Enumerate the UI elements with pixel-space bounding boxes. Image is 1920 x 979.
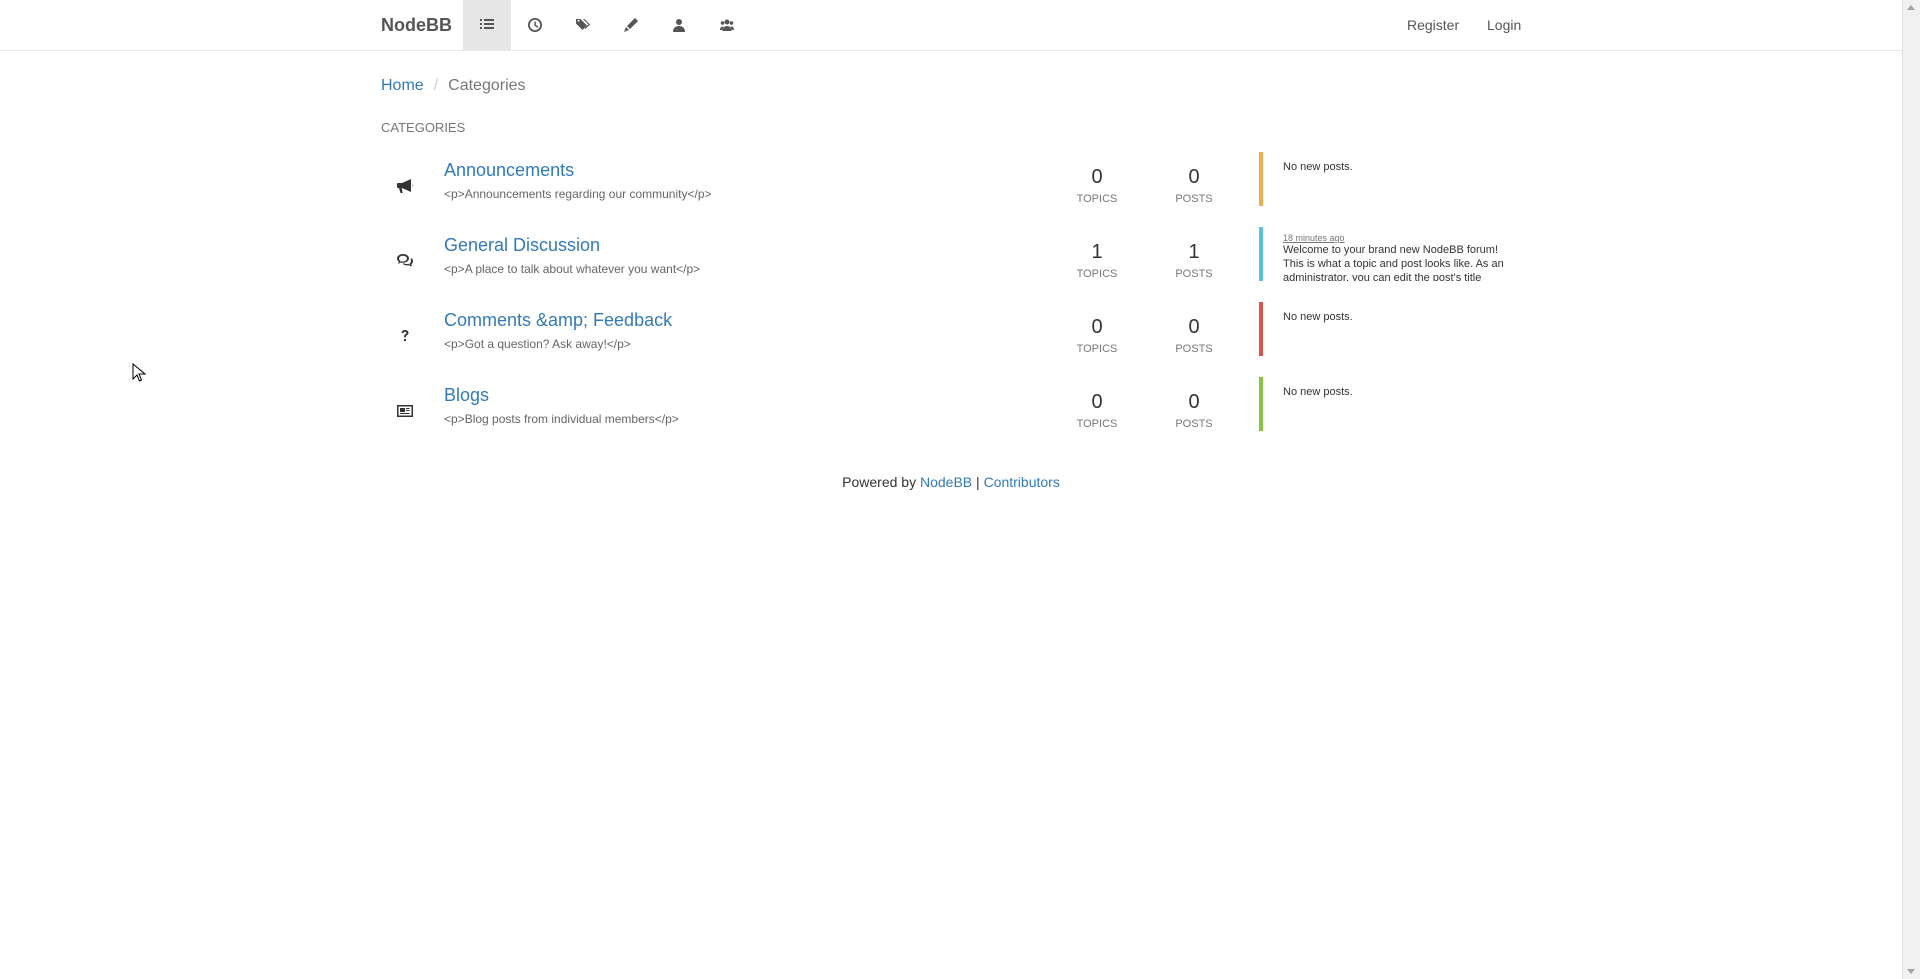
- newspaper-icon: [397, 405, 413, 417]
- topics-count: 1: [1091, 241, 1103, 263]
- posts-label: POSTS: [1175, 268, 1213, 280]
- topics-label: TOPICS: [1076, 418, 1118, 430]
- top-navbar: NodeBB Register Login: [0, 0, 1902, 51]
- brand-logo[interactable]: NodeBB: [381, 15, 452, 36]
- posts-count: 0: [1188, 391, 1200, 413]
- mouse-cursor-icon: [132, 362, 147, 388]
- posts-stat: 0 POSTS: [1164, 166, 1224, 205]
- nodebb-link[interactable]: NodeBB: [920, 474, 972, 490]
- category-teaser: 18 minutes ago Welcome to your brand new…: [1259, 227, 1521, 281]
- posts-count: 0: [1188, 166, 1200, 188]
- teaser-text: No new posts.: [1283, 161, 1353, 173]
- teaser-text: No new posts.: [1283, 386, 1353, 398]
- posts-stat: 0 POSTS: [1164, 391, 1224, 430]
- login-link[interactable]: Login: [1487, 17, 1521, 33]
- category-title[interactable]: Comments &amp; Feedback: [444, 310, 672, 331]
- nav-tags[interactable]: [559, 0, 607, 50]
- posts-count: 0: [1188, 316, 1200, 338]
- category-title[interactable]: General Discussion: [444, 235, 600, 256]
- category-icon-wrapper: [393, 399, 417, 423]
- posts-label: POSTS: [1175, 343, 1213, 355]
- topics-count: 0: [1091, 166, 1103, 188]
- contributors-link[interactable]: Contributors: [984, 474, 1060, 490]
- comments-icon: [397, 254, 413, 267]
- category-description: <p>A place to talk about whatever you wa…: [444, 262, 701, 276]
- category-title[interactable]: Blogs: [444, 385, 489, 406]
- nav-popular[interactable]: [607, 0, 655, 50]
- category-row-general-discussion: General Discussion <p>A place to talk ab…: [381, 227, 1521, 297]
- breadcrumb: Home / Categories: [381, 77, 526, 95]
- question-icon: [401, 330, 409, 341]
- category-icon-wrapper: [393, 174, 417, 198]
- posts-stat: 0 POSTS: [1164, 316, 1224, 355]
- breadcrumb-current: Categories: [448, 77, 526, 94]
- teaser-timestamp[interactable]: 18 minutes ago: [1283, 227, 1521, 243]
- posts-label: POSTS: [1175, 418, 1213, 430]
- category-description: <p>Blog posts from individual members</p…: [444, 412, 679, 426]
- category-teaser: No new posts.: [1259, 377, 1521, 431]
- breadcrumb-separator: /: [433, 77, 439, 94]
- footer: Powered by NodeBB | Contributors: [0, 474, 1902, 490]
- nav-groups[interactable]: [703, 0, 751, 50]
- footer-separator: |: [976, 474, 980, 490]
- nav-users[interactable]: [655, 0, 703, 50]
- category-title[interactable]: Announcements: [444, 160, 574, 181]
- teaser-body[interactable]: Welcome to your brand new NodeBB forum! …: [1283, 243, 1521, 281]
- bullhorn-icon: [397, 179, 414, 193]
- topics-stat: 0 TOPICS: [1067, 166, 1127, 205]
- topics-label: TOPICS: [1076, 268, 1118, 280]
- posts-stat: 1 POSTS: [1164, 241, 1224, 280]
- users-icon: [673, 19, 685, 32]
- nav-categories[interactable]: [463, 0, 511, 50]
- category-row-announcements: Announcements <p>Announcements regarding…: [381, 152, 1521, 222]
- footer-prefix: Powered by: [842, 474, 917, 490]
- scroll-up-icon[interactable]: [1907, 5, 1915, 10]
- vertical-scrollbar[interactable]: [1902, 0, 1920, 979]
- category-icon-wrapper: [393, 324, 417, 348]
- category-row-comments-feedback: Comments &amp; Feedback <p>Got a questio…: [381, 302, 1521, 372]
- categories-icon: [480, 19, 494, 29]
- nav-recent[interactable]: [511, 0, 559, 50]
- posts-label: POSTS: [1175, 193, 1213, 205]
- category-description: <p>Announcements regarding our community…: [444, 187, 712, 201]
- breadcrumb-home[interactable]: Home: [381, 77, 424, 95]
- topics-count: 0: [1091, 391, 1103, 413]
- teaser-text: No new posts.: [1283, 311, 1353, 323]
- main-nav: [463, 0, 751, 50]
- topics-stat: 0 TOPICS: [1067, 316, 1127, 355]
- scroll-down-icon[interactable]: [1907, 969, 1915, 974]
- section-title: CATEGORIES: [381, 120, 466, 135]
- category-row-blogs: Blogs <p>Blog posts from individual memb…: [381, 377, 1521, 447]
- category-teaser: No new posts.: [1259, 302, 1521, 356]
- topics-count: 0: [1091, 316, 1103, 338]
- category-icon-wrapper: [393, 249, 417, 273]
- tags-icon: [576, 19, 590, 30]
- topics-stat: 0 TOPICS: [1067, 391, 1127, 430]
- category-teaser: No new posts.: [1259, 152, 1521, 206]
- register-link[interactable]: Register: [1407, 17, 1459, 33]
- topics-stat: 1 TOPICS: [1067, 241, 1127, 280]
- posts-count: 1: [1188, 241, 1200, 263]
- topics-label: TOPICS: [1076, 193, 1118, 205]
- popular-icon: [624, 18, 638, 32]
- groups-icon: [720, 19, 734, 31]
- recent-icon: [528, 18, 542, 32]
- topics-label: TOPICS: [1076, 343, 1118, 355]
- category-description: <p>Got a question? Ask away!</p>: [444, 337, 631, 351]
